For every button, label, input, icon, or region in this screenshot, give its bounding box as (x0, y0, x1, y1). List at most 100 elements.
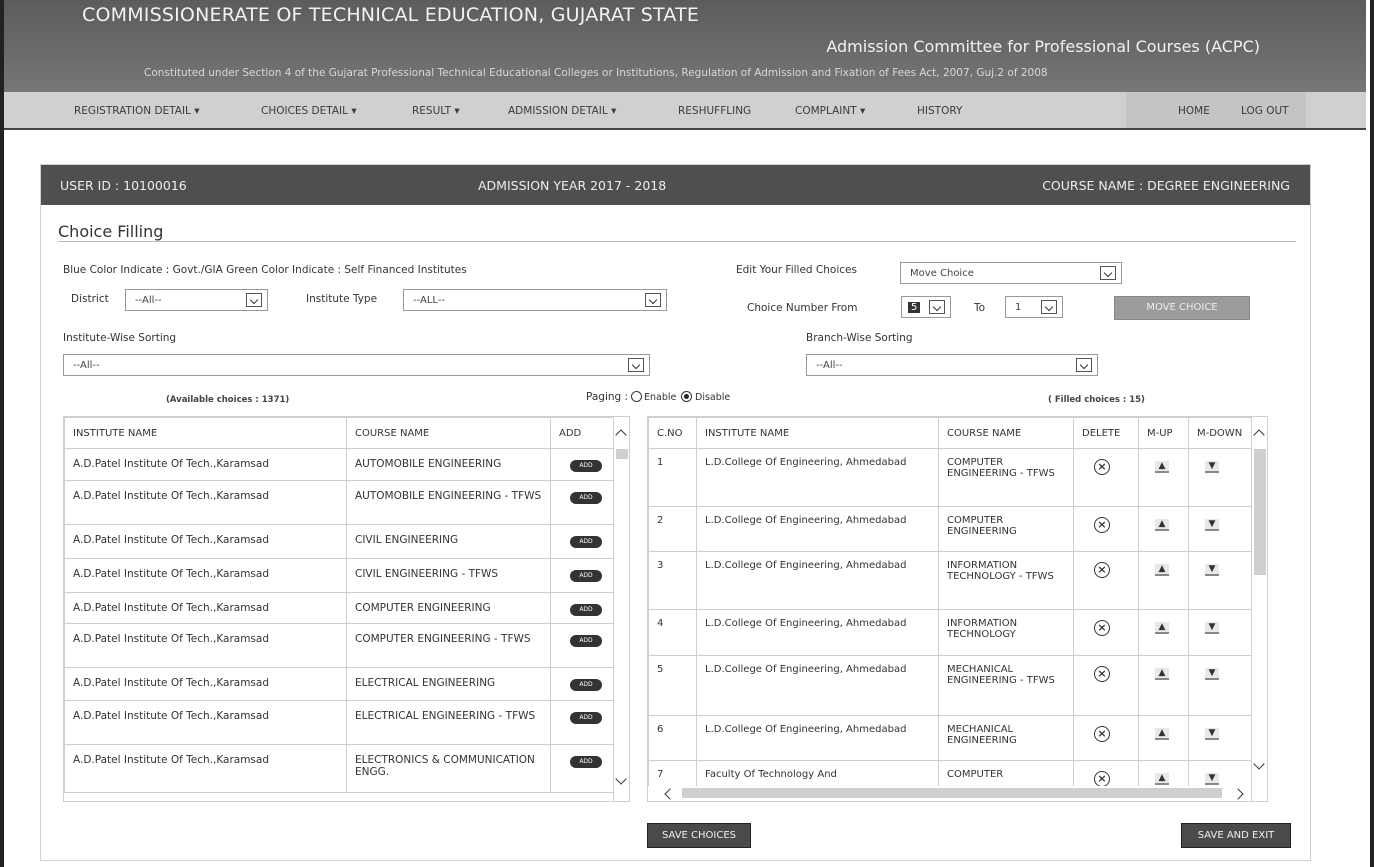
add-button[interactable]: ADD (570, 492, 602, 504)
col-add: ADD (550, 417, 616, 449)
delete-icon[interactable]: × (1094, 459, 1110, 475)
delete-icon[interactable]: × (1094, 620, 1110, 636)
add-button[interactable]: ADD (570, 460, 602, 472)
chevron-down-icon (1100, 266, 1116, 280)
left-table-scrollbar[interactable] (613, 417, 629, 801)
nav-history[interactable]: HISTORY (917, 105, 962, 117)
move-down-icon[interactable]: ▼ (1205, 564, 1219, 576)
chevron-left-icon[interactable] (664, 788, 676, 800)
chevron-right-icon[interactable] (1232, 788, 1244, 800)
institute-cell: L.D.College Of Engineering, Ahmedabad (696, 609, 939, 656)
nav-result[interactable]: RESULT ▾ (412, 105, 460, 117)
add-button[interactable]: ADD (570, 756, 602, 768)
col-institute-name: INSTITUTE NAME (696, 417, 939, 449)
choice-to-label: To (974, 302, 986, 314)
course-cell: COMPUTER ENGINEERING - TFWS (346, 623, 551, 668)
branch-sort-label: Branch-Wise Sorting (806, 332, 913, 344)
move-up-icon[interactable]: ▲ (1155, 461, 1169, 473)
paging-enable-radio[interactable] (631, 391, 642, 402)
hscroll-thumb[interactable] (682, 788, 1222, 798)
right-table-scrollbar[interactable] (1251, 417, 1267, 801)
add-button[interactable]: ADD (570, 604, 602, 616)
institute-type-select[interactable]: --ALL-- (403, 289, 667, 311)
edit-choices-value: Move Choice (910, 268, 974, 279)
col-institute-name: INSTITUTE NAME (64, 417, 347, 449)
move-down-icon[interactable]: ▼ (1205, 622, 1219, 634)
delete-icon[interactable]: × (1094, 517, 1110, 533)
nav-reshuffling[interactable]: RESHUFFLING (678, 105, 751, 117)
branch-sort-select[interactable]: --All-- (806, 354, 1098, 376)
move-up-icon[interactable]: ▲ (1155, 622, 1169, 634)
paging-enable-label: Enable (644, 392, 677, 403)
header-title: COMMISSIONERATE OF TECHNICAL EDUCATION, … (82, 4, 700, 26)
institute-cell: A.D.Patel Institute Of Tech.,Karamsad (64, 667, 347, 701)
delete-icon[interactable]: × (1094, 726, 1110, 742)
chevron-down-icon[interactable] (1253, 758, 1265, 770)
chevron-down-icon (645, 293, 661, 307)
chevron-down-icon[interactable] (615, 773, 627, 785)
right-table-hscrollbar[interactable] (648, 786, 1251, 801)
institute-sort-select[interactable]: --All-- (63, 354, 650, 376)
chevron-down-icon (1041, 300, 1057, 314)
choice-number: 4 (648, 609, 697, 656)
choice-to-select[interactable]: 1 (1005, 296, 1063, 318)
save-choices-button[interactable]: SAVE CHOICES (647, 823, 751, 848)
move-down-icon[interactable]: ▼ (1205, 728, 1219, 740)
add-button[interactable]: ADD (570, 635, 602, 647)
institute-cell: L.D.College Of Engineering, Ahmedabad (696, 448, 939, 507)
district-select[interactable]: --All-- (125, 289, 268, 311)
institute-cell: A.D.Patel Institute Of Tech.,Karamsad (64, 744, 347, 793)
choice-number: 1 (648, 448, 697, 507)
panel-header: USER ID : 10100016 ADMISSION YEAR 2017 -… (41, 165, 1310, 205)
move-up-icon[interactable]: ▲ (1155, 773, 1169, 785)
add-button[interactable]: ADD (570, 536, 602, 548)
choice-from-select[interactable]: 5 (901, 296, 951, 318)
chevron-up-icon[interactable] (1253, 429, 1265, 441)
institute-cell: L.D.College Of Engineering, Ahmedabad (696, 551, 939, 610)
nav-admission-detail[interactable]: ADMISSION DETAIL ▾ (508, 105, 616, 117)
save-and-exit-button[interactable]: SAVE AND EXIT (1181, 823, 1291, 848)
move-up-icon[interactable]: ▲ (1155, 668, 1169, 680)
main-nav: REGISTRATION DETAIL ▾ CHOICES DETAIL ▾ R… (4, 92, 1366, 130)
nav-registration-detail[interactable]: REGISTRATION DETAIL ▾ (74, 105, 200, 117)
course-cell: ELECTRICAL ENGINEERING - TFWS (346, 700, 551, 745)
chevron-up-icon[interactable] (615, 429, 627, 441)
scroll-thumb[interactable] (1254, 449, 1266, 575)
header-subtitle: Admission Committee for Professional Cou… (826, 37, 1260, 56)
table-row: 2 L.D.College Of Engineering, Ahmedabad … (648, 506, 1254, 552)
move-up-icon[interactable]: ▲ (1155, 728, 1169, 740)
institute-cell: A.D.Patel Institute Of Tech.,Karamsad (64, 592, 347, 624)
delete-icon[interactable]: × (1094, 562, 1110, 578)
table-row: 1 L.D.College Of Engineering, Ahmedabad … (648, 448, 1254, 507)
add-button[interactable]: ADD (570, 712, 602, 724)
add-button[interactable]: ADD (570, 570, 602, 582)
edit-choices-select[interactable]: Move Choice (900, 262, 1122, 284)
table-row: A.D.Patel Institute Of Tech.,Karamsad CO… (64, 623, 616, 668)
move-up-icon[interactable]: ▲ (1155, 564, 1169, 576)
move-choice-button[interactable]: MOVE CHOICE (1114, 296, 1250, 320)
paging-disable-radio[interactable] (681, 391, 692, 402)
paging-label: Paging : (586, 391, 629, 403)
header-act-text: Constituted under Section 4 of the Gujar… (144, 67, 1048, 79)
course-cell: INFORMATION TECHNOLOGY (938, 609, 1074, 656)
move-up-icon[interactable]: ▲ (1155, 519, 1169, 531)
nav-complaint[interactable]: COMPLAINT ▾ (795, 105, 865, 117)
move-down-icon[interactable]: ▼ (1205, 519, 1219, 531)
delete-icon[interactable]: × (1094, 666, 1110, 682)
scroll-thumb[interactable] (616, 449, 628, 459)
move-down-icon[interactable]: ▼ (1205, 461, 1219, 473)
course-cell: COMPUTER ENGINEERING (938, 506, 1074, 552)
move-down-icon[interactable]: ▼ (1205, 668, 1219, 680)
district-label: District (71, 293, 109, 305)
course-cell: AUTOMOBILE ENGINEERING - TFWS (346, 480, 551, 525)
institute-cell: A.D.Patel Institute Of Tech.,Karamsad (64, 623, 347, 668)
nav-home[interactable]: HOME (1178, 105, 1210, 117)
table-row: A.D.Patel Institute Of Tech.,Karamsad AU… (64, 480, 616, 525)
admission-year: ADMISSION YEAR 2017 - 2018 (478, 178, 667, 193)
table-row: 5 L.D.College Of Engineering, Ahmedabad … (648, 655, 1254, 716)
nav-choices-detail[interactable]: CHOICES DETAIL ▾ (261, 105, 357, 117)
delete-icon[interactable]: × (1094, 771, 1110, 787)
move-down-icon[interactable]: ▼ (1205, 773, 1219, 785)
nav-logout[interactable]: LOG OUT (1241, 105, 1289, 117)
add-button[interactable]: ADD (570, 679, 602, 691)
